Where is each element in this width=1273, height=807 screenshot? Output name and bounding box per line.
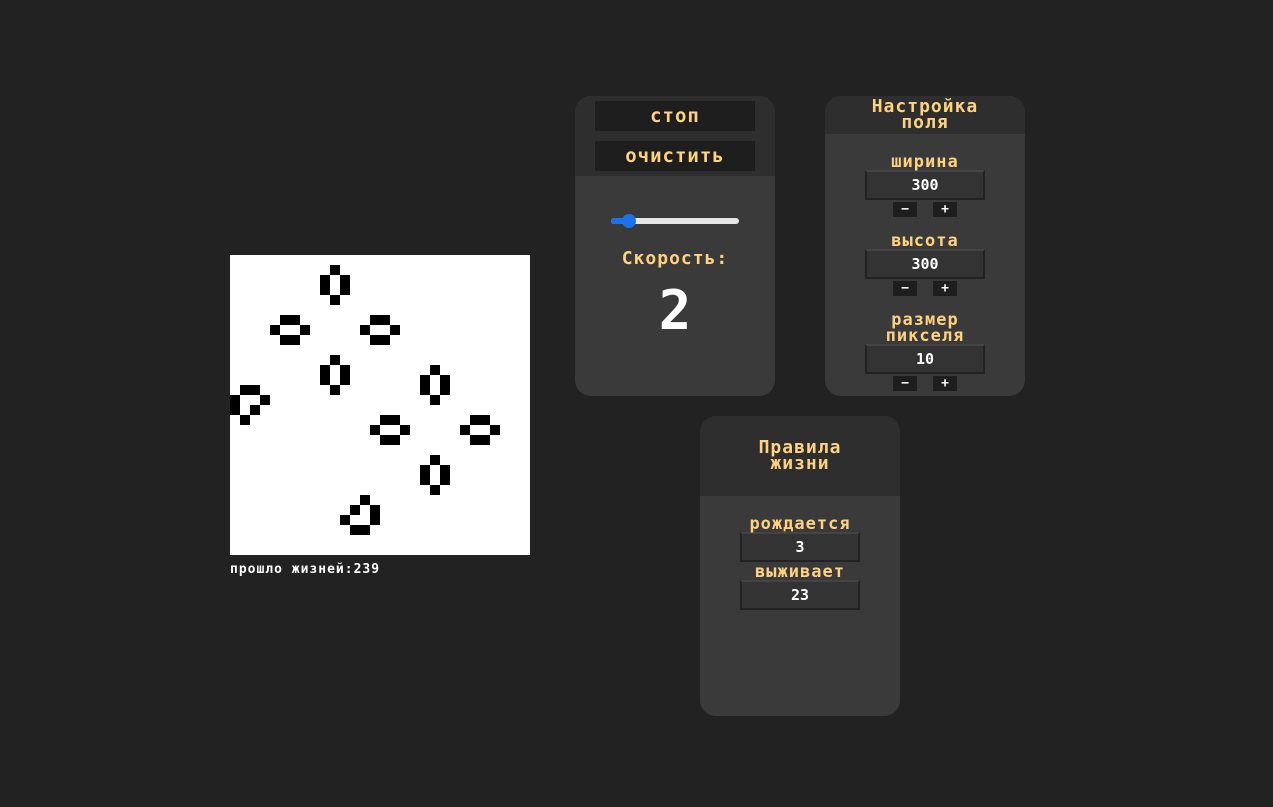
live-cell[interactable] [430,365,440,375]
rules-panel: Правилажизни рождается выживает [700,416,900,716]
pixel-size-stepper: − + [825,376,1025,391]
live-cell[interactable] [340,275,350,285]
live-cell[interactable] [370,315,380,325]
live-cell[interactable] [470,435,480,445]
live-cell[interactable] [380,415,390,425]
live-cell[interactable] [330,265,340,275]
width-input[interactable] [865,170,985,200]
live-cell[interactable] [320,275,330,285]
live-cell[interactable] [440,465,450,475]
survive-label: выживает [755,562,845,582]
game-board[interactable] [230,255,530,555]
speed-value: 2 [658,279,692,342]
live-cell[interactable] [420,465,430,475]
live-cell[interactable] [430,485,440,495]
live-cell[interactable] [320,285,330,295]
live-cell[interactable] [260,395,270,405]
pixel-minus-button[interactable]: − [893,376,917,391]
live-cell[interactable] [250,385,260,395]
height-label: высота [891,231,959,251]
live-cell[interactable] [370,335,380,345]
live-cell[interactable] [290,315,300,325]
live-cell[interactable] [430,455,440,465]
live-cell[interactable] [380,315,390,325]
live-cell[interactable] [330,295,340,305]
live-cell[interactable] [340,375,350,385]
live-cell[interactable] [270,325,280,335]
generation-counter: прошло жизней:239 [230,562,380,577]
field-settings-title: Настройка поля [871,96,979,133]
live-cell[interactable] [430,395,440,405]
field-settings-header: Настройка поля [825,96,1025,134]
rules-header: Правила жизни [700,416,900,496]
height-minus-button[interactable]: − [893,281,917,296]
live-cell[interactable] [280,315,290,325]
born-label: рождается [749,514,851,534]
live-cell[interactable] [390,325,400,335]
live-cell[interactable] [360,525,370,535]
pixel-plus-button[interactable]: + [933,376,957,391]
width-plus-button[interactable]: + [933,202,957,217]
live-cell[interactable] [420,475,430,485]
live-cell[interactable] [440,375,450,385]
height-input[interactable] [865,249,985,279]
live-cell[interactable] [230,395,240,405]
live-cell[interactable] [280,335,290,345]
live-cell[interactable] [350,525,360,535]
pixel-size-label: размер пикселя [885,310,965,346]
width-stepper: − + [825,202,1025,217]
live-cell[interactable] [300,325,310,335]
live-cell[interactable] [400,425,410,435]
live-cell[interactable] [320,375,330,385]
live-cell[interactable] [420,375,430,385]
live-cell[interactable] [420,385,430,395]
live-cell[interactable] [250,405,260,415]
born-input[interactable] [740,532,860,562]
rules-title: Правила жизни [758,437,842,474]
speed-slider-thumb[interactable] [622,214,636,228]
live-cell[interactable] [470,415,480,425]
live-cell[interactable] [230,405,240,415]
width-minus-button[interactable]: − [893,202,917,217]
live-cell[interactable] [320,365,330,375]
live-cell[interactable] [440,475,450,485]
live-cell[interactable] [350,505,360,515]
generation-value: 239 [353,562,381,577]
field-settings-panel: Настройкаполя ширина − + высота − + разм… [825,96,1025,396]
controls-panel: стоп очистить Скорость: 2 [575,96,775,396]
live-cell[interactable] [460,425,470,435]
live-cell[interactable] [370,505,380,515]
live-cell[interactable] [490,425,500,435]
live-cell[interactable] [340,365,350,375]
width-label: ширина [891,152,959,172]
speed-slider[interactable] [611,211,739,231]
live-cell[interactable] [330,355,340,365]
pixel-size-input[interactable] [865,344,985,374]
live-cell[interactable] [330,385,340,395]
live-cell[interactable] [380,435,390,445]
height-stepper: − + [825,281,1025,296]
live-cell[interactable] [360,495,370,505]
stop-button[interactable]: стоп [595,101,755,131]
height-plus-button[interactable]: + [933,281,957,296]
live-cell[interactable] [240,385,250,395]
live-cell[interactable] [370,515,380,525]
live-cell[interactable] [290,335,300,345]
live-cell[interactable] [480,435,490,445]
live-cell[interactable] [340,285,350,295]
survive-input[interactable] [740,580,860,610]
live-cell[interactable] [440,385,450,395]
controls-header: стоп очистить [575,96,775,176]
live-cell[interactable] [390,415,400,425]
clear-button[interactable]: очистить [595,141,755,171]
live-cell[interactable] [370,425,380,435]
live-cell[interactable] [340,515,350,525]
live-cell[interactable] [390,435,400,445]
live-cell[interactable] [380,335,390,345]
live-cell[interactable] [480,415,490,425]
live-cell[interactable] [360,325,370,335]
generation-label: прошло жизней: [230,562,354,577]
speed-label: Скорость: [621,248,729,269]
live-cell[interactable] [240,415,250,425]
